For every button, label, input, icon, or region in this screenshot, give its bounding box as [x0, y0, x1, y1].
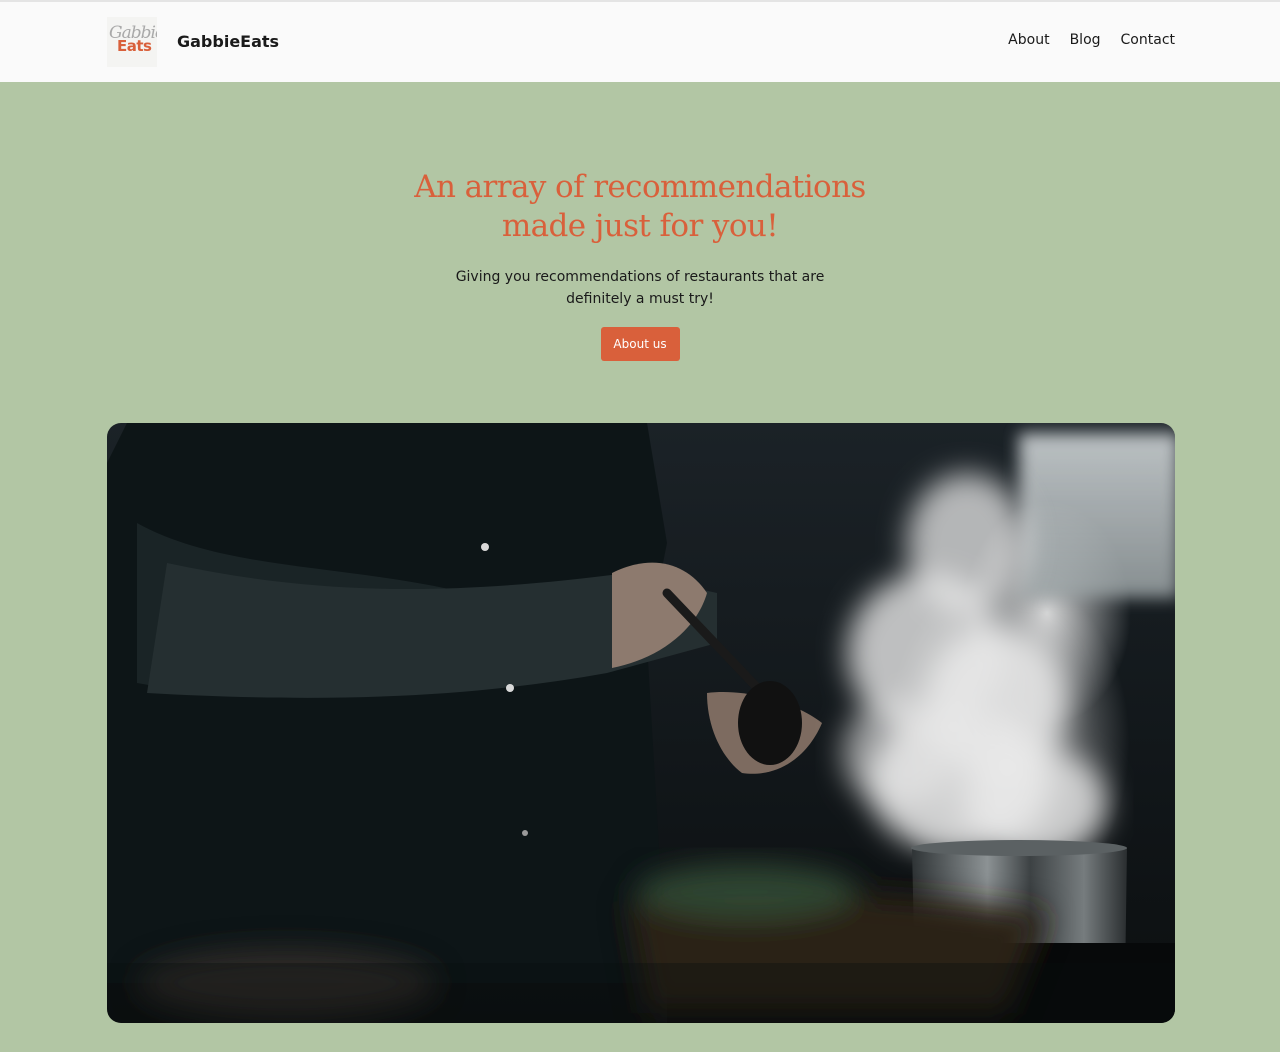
- brand-name[interactable]: GabbieEats: [177, 32, 279, 51]
- nav-about[interactable]: About: [1008, 32, 1049, 48]
- nav-blog[interactable]: Blog: [1070, 32, 1101, 48]
- logo-eats-text: Eats: [117, 37, 152, 55]
- about-us-button[interactable]: About us: [600, 327, 680, 361]
- hero-title: An array of recommendations made just fo…: [380, 168, 900, 246]
- chef-steam-photo: [107, 423, 1175, 1023]
- hero-subtitle: Giving you recommendations of restaurant…: [455, 269, 825, 307]
- hero-title-line-2: made just for you!: [501, 208, 779, 244]
- nav-contact[interactable]: Contact: [1121, 32, 1175, 48]
- logo[interactable]: Gabbie Eats: [107, 17, 157, 67]
- hero-image: [107, 423, 1175, 1023]
- hero-section: An array of recommendations made just fo…: [0, 82, 1280, 361]
- hero-title-line-1: An array of recommendations: [414, 169, 866, 205]
- main-nav: About Blog Contact: [1008, 32, 1175, 48]
- site-header: Gabbie Eats GabbieEats About Blog Contac…: [0, 0, 1280, 82]
